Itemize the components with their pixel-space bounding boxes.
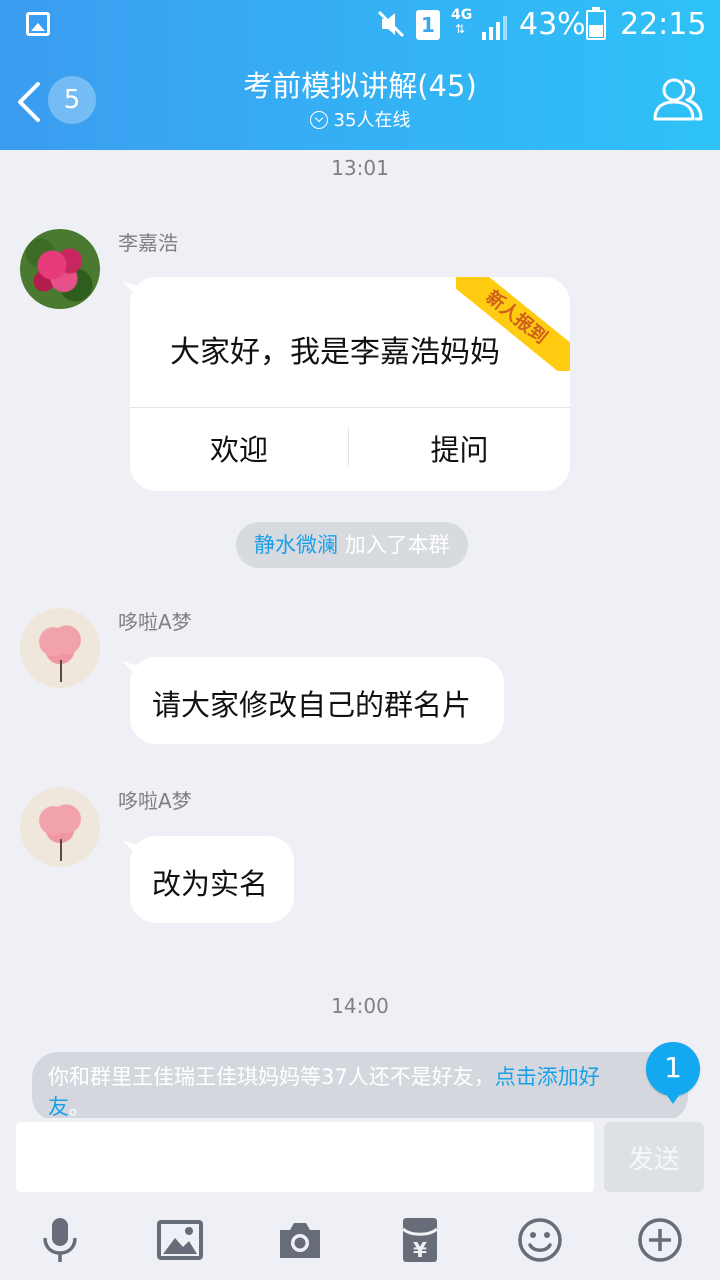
send-button[interactable]: 发送 xyxy=(604,1122,704,1192)
timestamp: 14:00 xyxy=(331,994,389,1018)
chat-header: 5 考前模拟讲解(45) 35人在线 xyxy=(0,50,720,150)
gallery-notification-icon xyxy=(26,12,50,36)
message-text: 改为实名 xyxy=(152,867,269,901)
ask-button[interactable]: 提问 xyxy=(349,408,570,492)
sender-name: 哆啦A梦 xyxy=(118,789,192,813)
online-status[interactable]: 35人在线 xyxy=(0,109,720,133)
group-title: 考前模拟讲解(45) xyxy=(243,69,477,103)
new-member-card[interactable]: 大家好，我是李嘉浩妈妈 新人报到 欢迎 提问 xyxy=(122,277,570,492)
notice-text: 你和群里王佳瑞王佳琪妈妈等37人还不是好友， xyxy=(48,1065,495,1089)
status-bar: 1 4G ⇅ 43% 22:15 xyxy=(0,0,720,50)
emoji-icon[interactable] xyxy=(516,1216,564,1264)
input-area: 发送 xyxy=(0,1118,720,1280)
avatar[interactable] xyxy=(20,229,100,309)
add-friends-link-cont[interactable]: 友 xyxy=(48,1095,69,1119)
network-type: 4G xyxy=(451,7,473,23)
new-message-badge[interactable]: 1 xyxy=(646,1042,700,1104)
sim-slot-indicator: 1 xyxy=(416,10,440,40)
new-member-ribbon: 新人报到 xyxy=(456,277,570,371)
message-text: 请大家修改自己的群名片 xyxy=(152,688,472,722)
mute-icon xyxy=(377,10,405,38)
battery-icon xyxy=(586,7,606,40)
camera-icon[interactable] xyxy=(276,1216,324,1264)
group-members-icon[interactable] xyxy=(652,76,704,122)
add-friends-link[interactable]: 点击添加好 xyxy=(495,1065,600,1089)
welcome-button[interactable]: 欢迎 xyxy=(130,408,348,492)
message-bubble[interactable]: 改为实名 xyxy=(122,836,294,923)
data-activity-icon: ⇅ xyxy=(455,22,466,36)
plus-icon[interactable] xyxy=(636,1216,684,1264)
notice-suffix: 。 xyxy=(69,1095,90,1119)
image-icon[interactable] xyxy=(156,1216,204,1264)
sender-name: 李嘉浩 xyxy=(118,231,178,255)
message-text: 大家好，我是李嘉浩妈妈 xyxy=(170,335,500,370)
message-bubble[interactable]: 请大家修改自己的群名片 xyxy=(122,657,504,744)
red-packet-icon[interactable]: ¥ xyxy=(396,1216,444,1264)
signal-icon xyxy=(482,16,507,40)
avatar[interactable] xyxy=(20,608,100,688)
timestamp: 13:01 xyxy=(331,156,389,180)
join-notice-text: 加入了本群 xyxy=(344,533,450,557)
microphone-icon[interactable] xyxy=(36,1216,84,1264)
battery-percent: 43% xyxy=(519,7,586,42)
join-notice: 静水微澜 加入了本群 xyxy=(236,522,468,568)
sender-name: 哆啦A梦 xyxy=(118,610,192,634)
svg-text:¥: ¥ xyxy=(413,1238,427,1262)
chevron-down-icon xyxy=(309,111,328,129)
avatar[interactable] xyxy=(20,787,100,867)
clock: 22:15 xyxy=(620,7,707,42)
online-count: 35人在线 xyxy=(333,110,411,131)
message-input[interactable] xyxy=(16,1122,594,1192)
add-friends-notice: 你和群里王佳瑞王佳琪妈妈等37人还不是好友，点击添加好友。 xyxy=(32,1052,688,1122)
joined-member-link[interactable]: 静水微澜 xyxy=(254,533,338,557)
